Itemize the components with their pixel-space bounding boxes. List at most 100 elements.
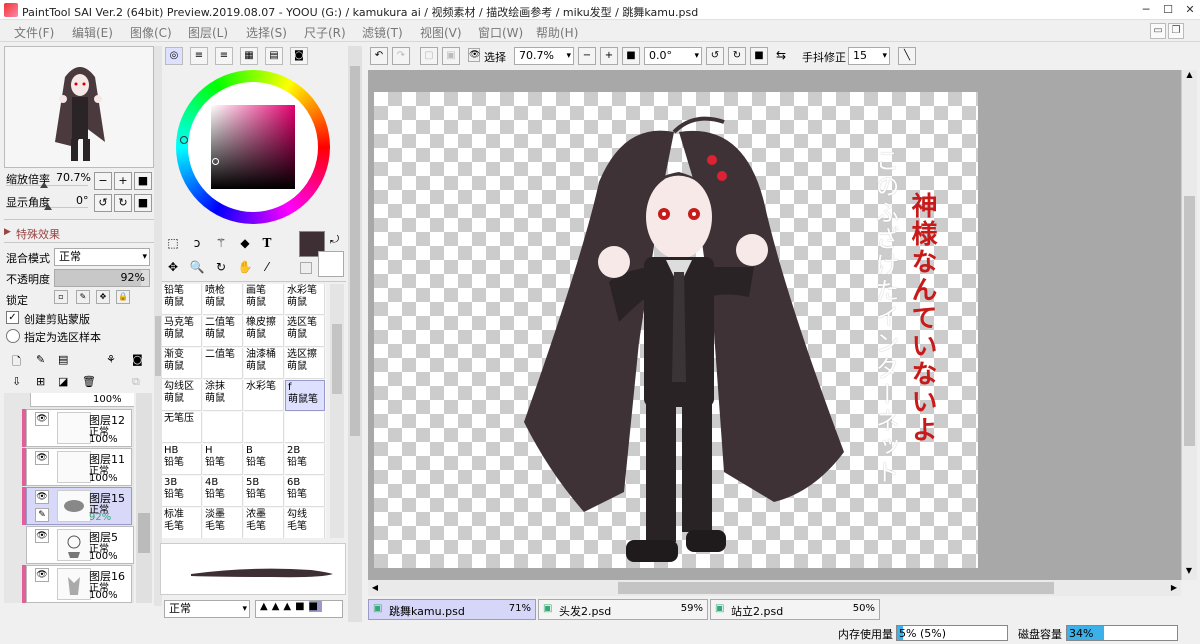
rgb-slider-tab[interactable]: ≡: [190, 47, 208, 65]
layer-row-selected[interactable]: 👁 ✎ 图层15 正常 92%: [26, 487, 132, 525]
lock-transparency-icon[interactable]: ▫: [54, 290, 68, 304]
brush-palette[interactable]: 铅笔 萌鼠 喷枪 萌鼠 画笔 萌鼠 水彩笔 萌鼠 马克笔 萌鼠 二值笔 萌鼠 橡皮擦 萌鼠选…: [162, 284, 326, 538]
merge-down-icon[interactable]: ⊞: [36, 375, 45, 388]
tool-panel-scrollbar[interactable]: [348, 46, 362, 622]
apply-mask-icon[interactable]: ◙: [132, 353, 143, 366]
minimize-button[interactable]: ─: [1136, 0, 1156, 20]
effects-header[interactable]: 特殊效果: [16, 226, 60, 242]
brush-slot[interactable]: 选区笔 萌鼠: [285, 316, 325, 347]
flip-horizontal-icon[interactable]: ⇆: [776, 48, 786, 62]
zoom-in-button[interactable]: +: [600, 47, 618, 65]
empty-brush-slot[interactable]: [203, 412, 243, 443]
rotate-right-button[interactable]: ↻: [114, 194, 132, 212]
scroll-right-icon[interactable]: ▶: [1167, 580, 1181, 596]
opacity-slider[interactable]: 92%: [54, 269, 150, 287]
brush-slot[interactable]: H 铅笔: [203, 444, 243, 475]
brush-slot[interactable]: f 萌鼠笔: [285, 380, 325, 411]
angle-slider-handle[interactable]: [44, 204, 52, 210]
zoom-tool-icon[interactable]: 🔍: [186, 256, 208, 278]
navigator-preview[interactable]: [4, 46, 154, 168]
document-tab[interactable]: ▣ 站立2.psd 50%: [710, 599, 880, 620]
brush-slot[interactable]: 马克笔 萌鼠: [162, 316, 202, 347]
rotate-reset-button[interactable]: ■: [750, 47, 768, 65]
maximize-button[interactable]: ☐: [1158, 0, 1178, 20]
layer-list[interactable]: 100% 👁 图层12 正常 100% 👁 图层11 正常 100% 👁 ✎ 图…: [4, 393, 134, 603]
clip-mask-checkbox[interactable]: ✓: [6, 311, 19, 324]
scroll-thumb[interactable]: [1184, 196, 1195, 446]
layer-list-scrollbar[interactable]: [136, 393, 152, 603]
hsv-slider-tab[interactable]: ≡: [215, 47, 233, 65]
rotate-right-button[interactable]: ↻: [728, 47, 746, 65]
panel-restore-button[interactable]: ❐: [1168, 23, 1184, 39]
layer-mask-icon[interactable]: ⚘: [106, 353, 116, 366]
visibility-eye-icon[interactable]: 👁: [35, 568, 49, 582]
menu-image[interactable]: 图像(C): [130, 24, 172, 41]
brush-slot[interactable]: 渐变 萌鼠: [162, 348, 202, 379]
brush-slot[interactable]: 6B 铅笔: [285, 476, 325, 507]
shape-select-icon[interactable]: ◆: [234, 232, 256, 254]
angle-select[interactable]: 0.0° ▾: [644, 47, 702, 65]
zoom-slider-handle[interactable]: [40, 182, 48, 188]
panel-minimize-button[interactable]: ▭: [1150, 23, 1166, 39]
brush-slot[interactable]: 淡墨 毛笔: [203, 508, 243, 538]
color-wheel-tab[interactable]: ◎: [165, 47, 183, 65]
blend-mode-select[interactable]: 正常 ▾: [54, 248, 150, 266]
layer-row[interactable]: 👁 图层5 正常 100%: [26, 526, 134, 564]
panel-splitter[interactable]: [154, 46, 162, 606]
magic-wand-icon[interactable]: ⚚: [210, 232, 232, 254]
visibility-eye-icon[interactable]: 👁: [35, 529, 49, 543]
canvas-vertical-scrollbar[interactable]: ▲ ▼: [1181, 70, 1197, 580]
layer-row[interactable]: 👁 图层16 正常 100%: [26, 565, 132, 603]
sample-radio[interactable]: [6, 329, 20, 343]
menu-view[interactable]: 视图(V): [420, 24, 462, 41]
zoom-in-button[interactable]: +: [114, 172, 132, 190]
selection-visibility-icon[interactable]: 👁: [468, 48, 480, 62]
swap-colors-icon[interactable]: ⤾: [330, 233, 339, 247]
visibility-eye-icon[interactable]: 👁: [35, 412, 49, 426]
menu-ruler[interactable]: 尺子(R): [304, 24, 346, 41]
stabilizer-select[interactable]: 15 ▾: [848, 47, 890, 65]
zoom-out-button[interactable]: −: [578, 47, 596, 65]
text-tool-icon[interactable]: T: [256, 232, 278, 254]
brush-slot[interactable]: 3B 铅笔: [162, 476, 202, 507]
zoom-select[interactable]: 70.7% ▾: [514, 47, 574, 65]
lock-paint-icon[interactable]: ✎: [76, 290, 90, 304]
brush-slot[interactable]: 油漆桶 萌鼠: [244, 348, 284, 379]
menu-layer[interactable]: 图层(L): [188, 24, 228, 41]
layer-row[interactable]: 100%: [30, 393, 134, 407]
menu-select[interactable]: 选择(S): [246, 24, 287, 41]
canvas-horizontal-scrollbar[interactable]: ◀ ▶: [368, 580, 1181, 596]
scroll-thumb[interactable]: [618, 582, 1054, 594]
new-linework-layer-icon[interactable]: ✎: [36, 353, 45, 366]
layer-row[interactable]: 👁 图层11 正常 100%: [26, 448, 132, 486]
scratchpad-tab[interactable]: ◙: [290, 47, 308, 65]
brush-slot[interactable]: 标准 毛笔: [162, 508, 202, 538]
lock-move-icon[interactable]: ✥: [96, 290, 110, 304]
brush-slot[interactable]: HB 铅笔: [162, 444, 202, 475]
scroll-up-icon[interactable]: ▲: [1182, 70, 1197, 84]
rotate-left-button[interactable]: ↺: [94, 194, 112, 212]
brush-slot[interactable]: 4B 铅笔: [203, 476, 243, 507]
brush-slot[interactable]: 选区擦 萌鼠: [285, 348, 325, 379]
brush-slot[interactable]: 勾线 毛笔: [285, 508, 325, 538]
close-button[interactable]: ✕: [1180, 0, 1200, 20]
rect-select-icon[interactable]: ⬚: [162, 232, 184, 254]
scroll-down-icon[interactable]: ▼: [1182, 566, 1196, 580]
rotate-reset-button[interactable]: ■: [134, 194, 152, 212]
brush-slot[interactable]: 水彩笔: [244, 380, 284, 411]
brush-slot[interactable]: 涂抹 萌鼠: [203, 380, 243, 411]
hue-picker-handle[interactable]: [180, 136, 188, 144]
empty-brush-slot[interactable]: [285, 412, 325, 443]
scroll-thumb[interactable]: [138, 513, 150, 553]
visibility-eye-icon[interactable]: 👁: [35, 490, 49, 504]
scroll-left-icon[interactable]: ◀: [368, 580, 382, 596]
swatches-tab[interactable]: ▦: [240, 47, 258, 65]
menu-edit[interactable]: 编辑(E): [72, 24, 113, 41]
straight-line-icon[interactable]: ╲: [898, 47, 916, 65]
brush-slot[interactable]: 勾线区 萌鼠: [162, 380, 202, 411]
brush-shape-selected[interactable]: ■: [308, 601, 322, 612]
rotate-left-button[interactable]: ↺: [706, 47, 724, 65]
move-icon[interactable]: ✥: [162, 256, 184, 278]
visibility-eye-icon[interactable]: 👁: [35, 451, 49, 465]
scroll-thumb[interactable]: [332, 324, 342, 394]
